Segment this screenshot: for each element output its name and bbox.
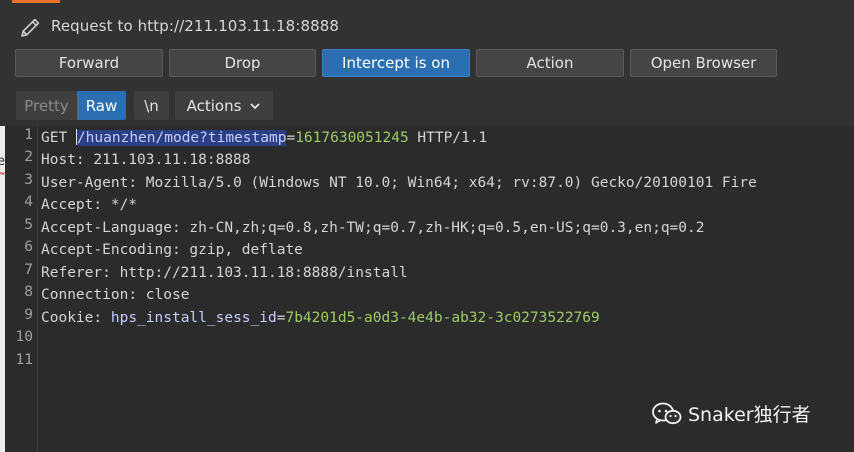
actions-dropdown[interactable]: Actions [175, 91, 273, 120]
request-header: Request to http://211.103.11.18:8888 [0, 0, 854, 48]
tab-raw[interactable]: Raw [77, 91, 126, 120]
intercept-toolbar: Forward Drop Intercept is on Action Open… [0, 49, 854, 79]
watermark: Snaker独行者 [652, 400, 811, 427]
line-number-gutter: 1 2 3 4 5 6 7 8 9 10 11 [5, 126, 38, 452]
header-key: Accept [41, 197, 94, 213]
line-number: 3 [24, 172, 33, 188]
header-value: : zh-CN,zh;q=0.8,zh-TW;q=0.7,zh-HK;q=0.5… [171, 220, 705, 236]
line-number: 9 [24, 307, 33, 323]
header-line-accept: Accept: */* [41, 194, 137, 216]
line-number: 1 [24, 127, 33, 143]
request-title: Request to http://211.103.11.18:8888 [51, 17, 340, 35]
intercept-toggle-button[interactable]: Intercept is on [322, 49, 470, 77]
line-number: 8 [24, 284, 33, 300]
http-protocol: HTTP/1.1 [408, 130, 488, 146]
query-equals: = [286, 130, 296, 146]
header-value: : http://211.103.11.18:8888/install [102, 265, 408, 281]
cookie-name: hps_install_sess_id [110, 310, 277, 326]
timestamp-value: 1617630051245 [295, 130, 409, 146]
line-number: 10 [15, 329, 33, 345]
cookie-value: 7b4201d5-a0d3-4e4b-ab32-3c0273522769 [285, 310, 600, 326]
header-key: Connection [41, 287, 129, 303]
header-line-host: Host: 211.103.11.18:8888 [41, 149, 251, 171]
header-value: : gzip, deflate [171, 242, 303, 258]
header-line-user-agent: User-Agent: Mozilla/5.0 (Windows NT 10.0… [41, 172, 757, 194]
tab-pretty[interactable]: Pretty [16, 91, 77, 120]
line-number: 5 [24, 217, 33, 233]
header-value: : Mozilla/5.0 (Windows NT 10.0; Win64; x… [128, 175, 757, 191]
line-number: 2 [24, 149, 33, 165]
drop-button[interactable]: Drop [169, 49, 316, 77]
header-key: User-Agent [41, 175, 129, 191]
line-number: 7 [24, 262, 33, 278]
header-line-cookie: Cookie: hps_install_sess_id=7b4201d5-a0d… [41, 307, 600, 329]
header-key: Host [41, 152, 76, 168]
header-line-connection: Connection: close [41, 284, 189, 306]
http-method: GET [41, 130, 68, 146]
header-line-referer: Referer: http://211.103.11.18:8888/insta… [41, 262, 408, 284]
header-value: : */* [93, 197, 138, 213]
header-value: : 211.103.11.18:8888 [75, 152, 251, 168]
header-value: : close [128, 287, 190, 303]
open-browser-button[interactable]: Open Browser [630, 49, 777, 77]
header-key: Referer [41, 265, 103, 281]
pencil-icon [21, 18, 40, 37]
line-number: 6 [24, 239, 33, 255]
line-number: 4 [24, 194, 33, 210]
cookie-separator: : [93, 310, 111, 326]
request-path: /huanzhen/mode?timestamp [76, 130, 287, 146]
header-key: Accept-Language [41, 220, 172, 236]
request-line: GET /huanzhen/mode?timestamp=16176300512… [41, 127, 487, 149]
header-line-accept-encoding: Accept-Encoding: gzip, deflate [41, 239, 303, 261]
action-button[interactable]: Action [476, 49, 624, 77]
chevron-down-icon [250, 102, 261, 109]
line-number: 11 [15, 352, 33, 368]
forward-button[interactable]: Forward [15, 49, 163, 77]
header-key: Cookie [41, 310, 94, 326]
header-key: Accept-Encoding [41, 242, 172, 258]
wechat-icon [652, 402, 682, 424]
actions-label: Actions [186, 96, 242, 115]
header-line-accept-language: Accept-Language: zh-CN,zh;q=0.8,zh-TW;q=… [41, 217, 704, 239]
message-view-toolbar: Pretty Raw \n Actions [0, 91, 854, 121]
watermark-text: Snaker独行者 [688, 404, 811, 426]
show-newlines-button[interactable]: \n [134, 91, 169, 120]
